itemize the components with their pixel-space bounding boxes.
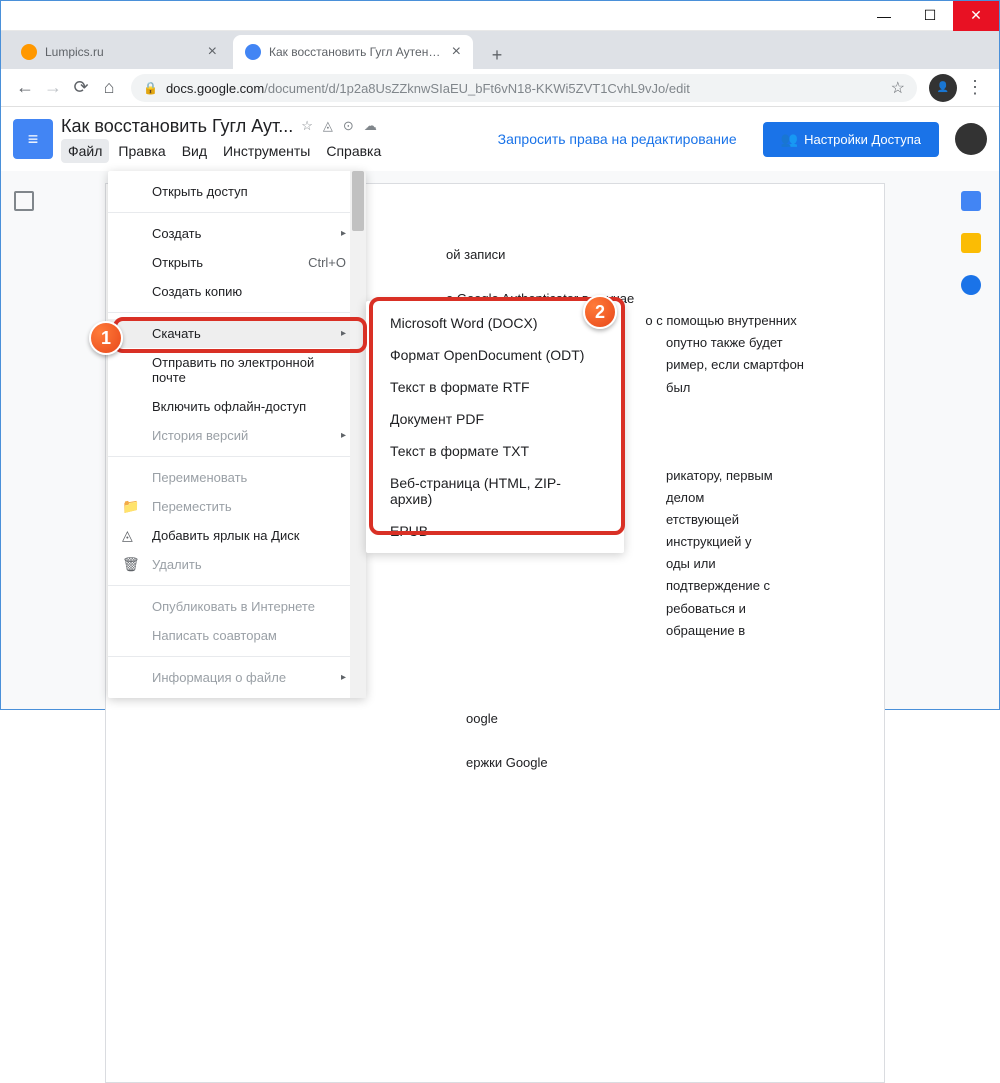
submenu-item[interactable]: Текст в формате TXT — [366, 435, 624, 467]
home-button[interactable]: ⌂ — [95, 74, 123, 102]
tab-title: Lumpics.ru — [45, 45, 202, 59]
docs-header: ≡ Как восстановить Гугл Аут... ☆ ◬ ⊙ ☁ Ф… — [1, 107, 999, 171]
menu-item[interactable]: Скачать▸ — [108, 319, 366, 348]
tab-docs[interactable]: Как восстановить Гугл Аутентис × — [233, 35, 473, 69]
window-minimize[interactable]: — — [861, 1, 907, 31]
outline-icon[interactable] — [14, 191, 34, 211]
menu-help[interactable]: Справка — [319, 139, 388, 163]
menu-view[interactable]: Вид — [175, 139, 214, 163]
tab-close-icon[interactable]: × — [208, 43, 217, 61]
profile-avatar[interactable]: 👤 — [929, 74, 957, 102]
submenu-item[interactable]: Формат OpenDocument (ODT) — [366, 339, 624, 371]
right-rail — [943, 171, 999, 709]
reload-button[interactable]: ⟳ — [67, 74, 95, 102]
omnibox[interactable]: 🔒 docs.google.com/document/d/1p2a8UsZZkn… — [131, 74, 917, 102]
menu-item: 📁Переместить — [108, 492, 366, 521]
favicon-icon — [245, 44, 261, 60]
submenu-item[interactable]: Документ PDF — [366, 403, 624, 435]
menu-tools[interactable]: Инструменты — [216, 139, 317, 163]
submenu-item[interactable]: Веб-страница (HTML, ZIP-архив) — [366, 467, 624, 515]
drive-icon[interactable]: ◬ — [323, 118, 333, 134]
menu-item: 🗑Удалить — [108, 550, 366, 579]
forward-button[interactable]: → — [39, 74, 67, 102]
visibility-icon[interactable]: ⊙ — [343, 118, 354, 134]
menu-item[interactable]: Отправить по электронной почте — [108, 348, 366, 392]
lock-icon: 🔒 — [143, 81, 158, 95]
annotation-badge-1: 1 — [89, 321, 123, 355]
share-button[interactable]: 👥 Настройки Доступа — [763, 122, 939, 157]
user-avatar[interactable] — [955, 123, 987, 155]
menu-item: Переименовать — [108, 463, 366, 492]
menu-item[interactable]: Создать копию — [108, 277, 366, 306]
menu-file[interactable]: Файл — [61, 139, 109, 163]
menu-item: Написать соавторам — [108, 621, 366, 650]
download-submenu: Microsoft Word (DOCX)Формат OpenDocument… — [366, 301, 624, 553]
docs-logo-icon[interactable]: ≡ — [13, 119, 53, 159]
tab-lumpics[interactable]: Lumpics.ru × — [9, 35, 229, 69]
people-icon: 👥 — [781, 131, 798, 148]
menu-item[interactable]: Включить офлайн-доступ — [108, 392, 366, 421]
menu-item: История версий▸ — [108, 421, 366, 450]
docs-menubar: Файл Правка Вид Инструменты Справка — [61, 139, 484, 163]
file-dropdown-menu: Открыть доступ Создать▸ОткрытьCtrl+OСозда… — [108, 171, 366, 698]
submenu-item[interactable]: Текст в формате RTF — [366, 371, 624, 403]
keep-icon[interactable] — [961, 233, 981, 253]
annotation-badge-2: 2 — [583, 295, 617, 329]
window-titlebar: — ☐ ✕ — [1, 1, 999, 31]
menu-item[interactable]: ◬Добавить ярлык на Диск — [108, 521, 366, 550]
menu-item: Информация о файле▸ — [108, 663, 366, 692]
tab-title: Как восстановить Гугл Аутентис — [269, 45, 446, 59]
star-icon[interactable]: ☆ — [301, 118, 313, 134]
tab-strip: Lumpics.ru × Как восстановить Гугл Аутен… — [1, 31, 999, 69]
bookmark-star-icon[interactable]: ☆ — [891, 78, 905, 98]
cloud-icon[interactable]: ☁ — [364, 118, 377, 134]
back-button[interactable]: ← — [11, 74, 39, 102]
tab-close-icon[interactable]: × — [452, 43, 461, 61]
favicon-icon — [21, 44, 37, 60]
calendar-icon[interactable] — [961, 191, 981, 211]
window-close[interactable]: ✕ — [953, 1, 999, 31]
browser-menu-button[interactable]: ⋮ — [961, 77, 989, 98]
menu-item[interactable]: ОткрытьCtrl+O — [108, 248, 366, 277]
new-tab-button[interactable]: + — [483, 41, 511, 69]
menu-edit[interactable]: Правка — [111, 139, 172, 163]
address-bar: ← → ⟳ ⌂ 🔒 docs.google.com/document/d/1p2… — [1, 69, 999, 107]
url-text: docs.google.com/document/d/1p2a8UsZZknwS… — [166, 80, 690, 96]
menu-item[interactable]: Создать▸ — [108, 219, 366, 248]
menu-item[interactable]: Открыть доступ — [108, 177, 366, 206]
left-rail — [1, 171, 47, 709]
request-edit-button[interactable]: Запросить права на редактирование — [484, 123, 751, 155]
scrollbar-thumb[interactable] — [352, 171, 364, 231]
submenu-item[interactable]: EPUB — [366, 515, 624, 547]
menu-item: Опубликовать в Интернете — [108, 592, 366, 621]
tasks-icon[interactable] — [961, 275, 981, 295]
document-title[interactable]: Как восстановить Гугл Аут... — [61, 116, 293, 137]
window-maximize[interactable]: ☐ — [907, 1, 953, 31]
